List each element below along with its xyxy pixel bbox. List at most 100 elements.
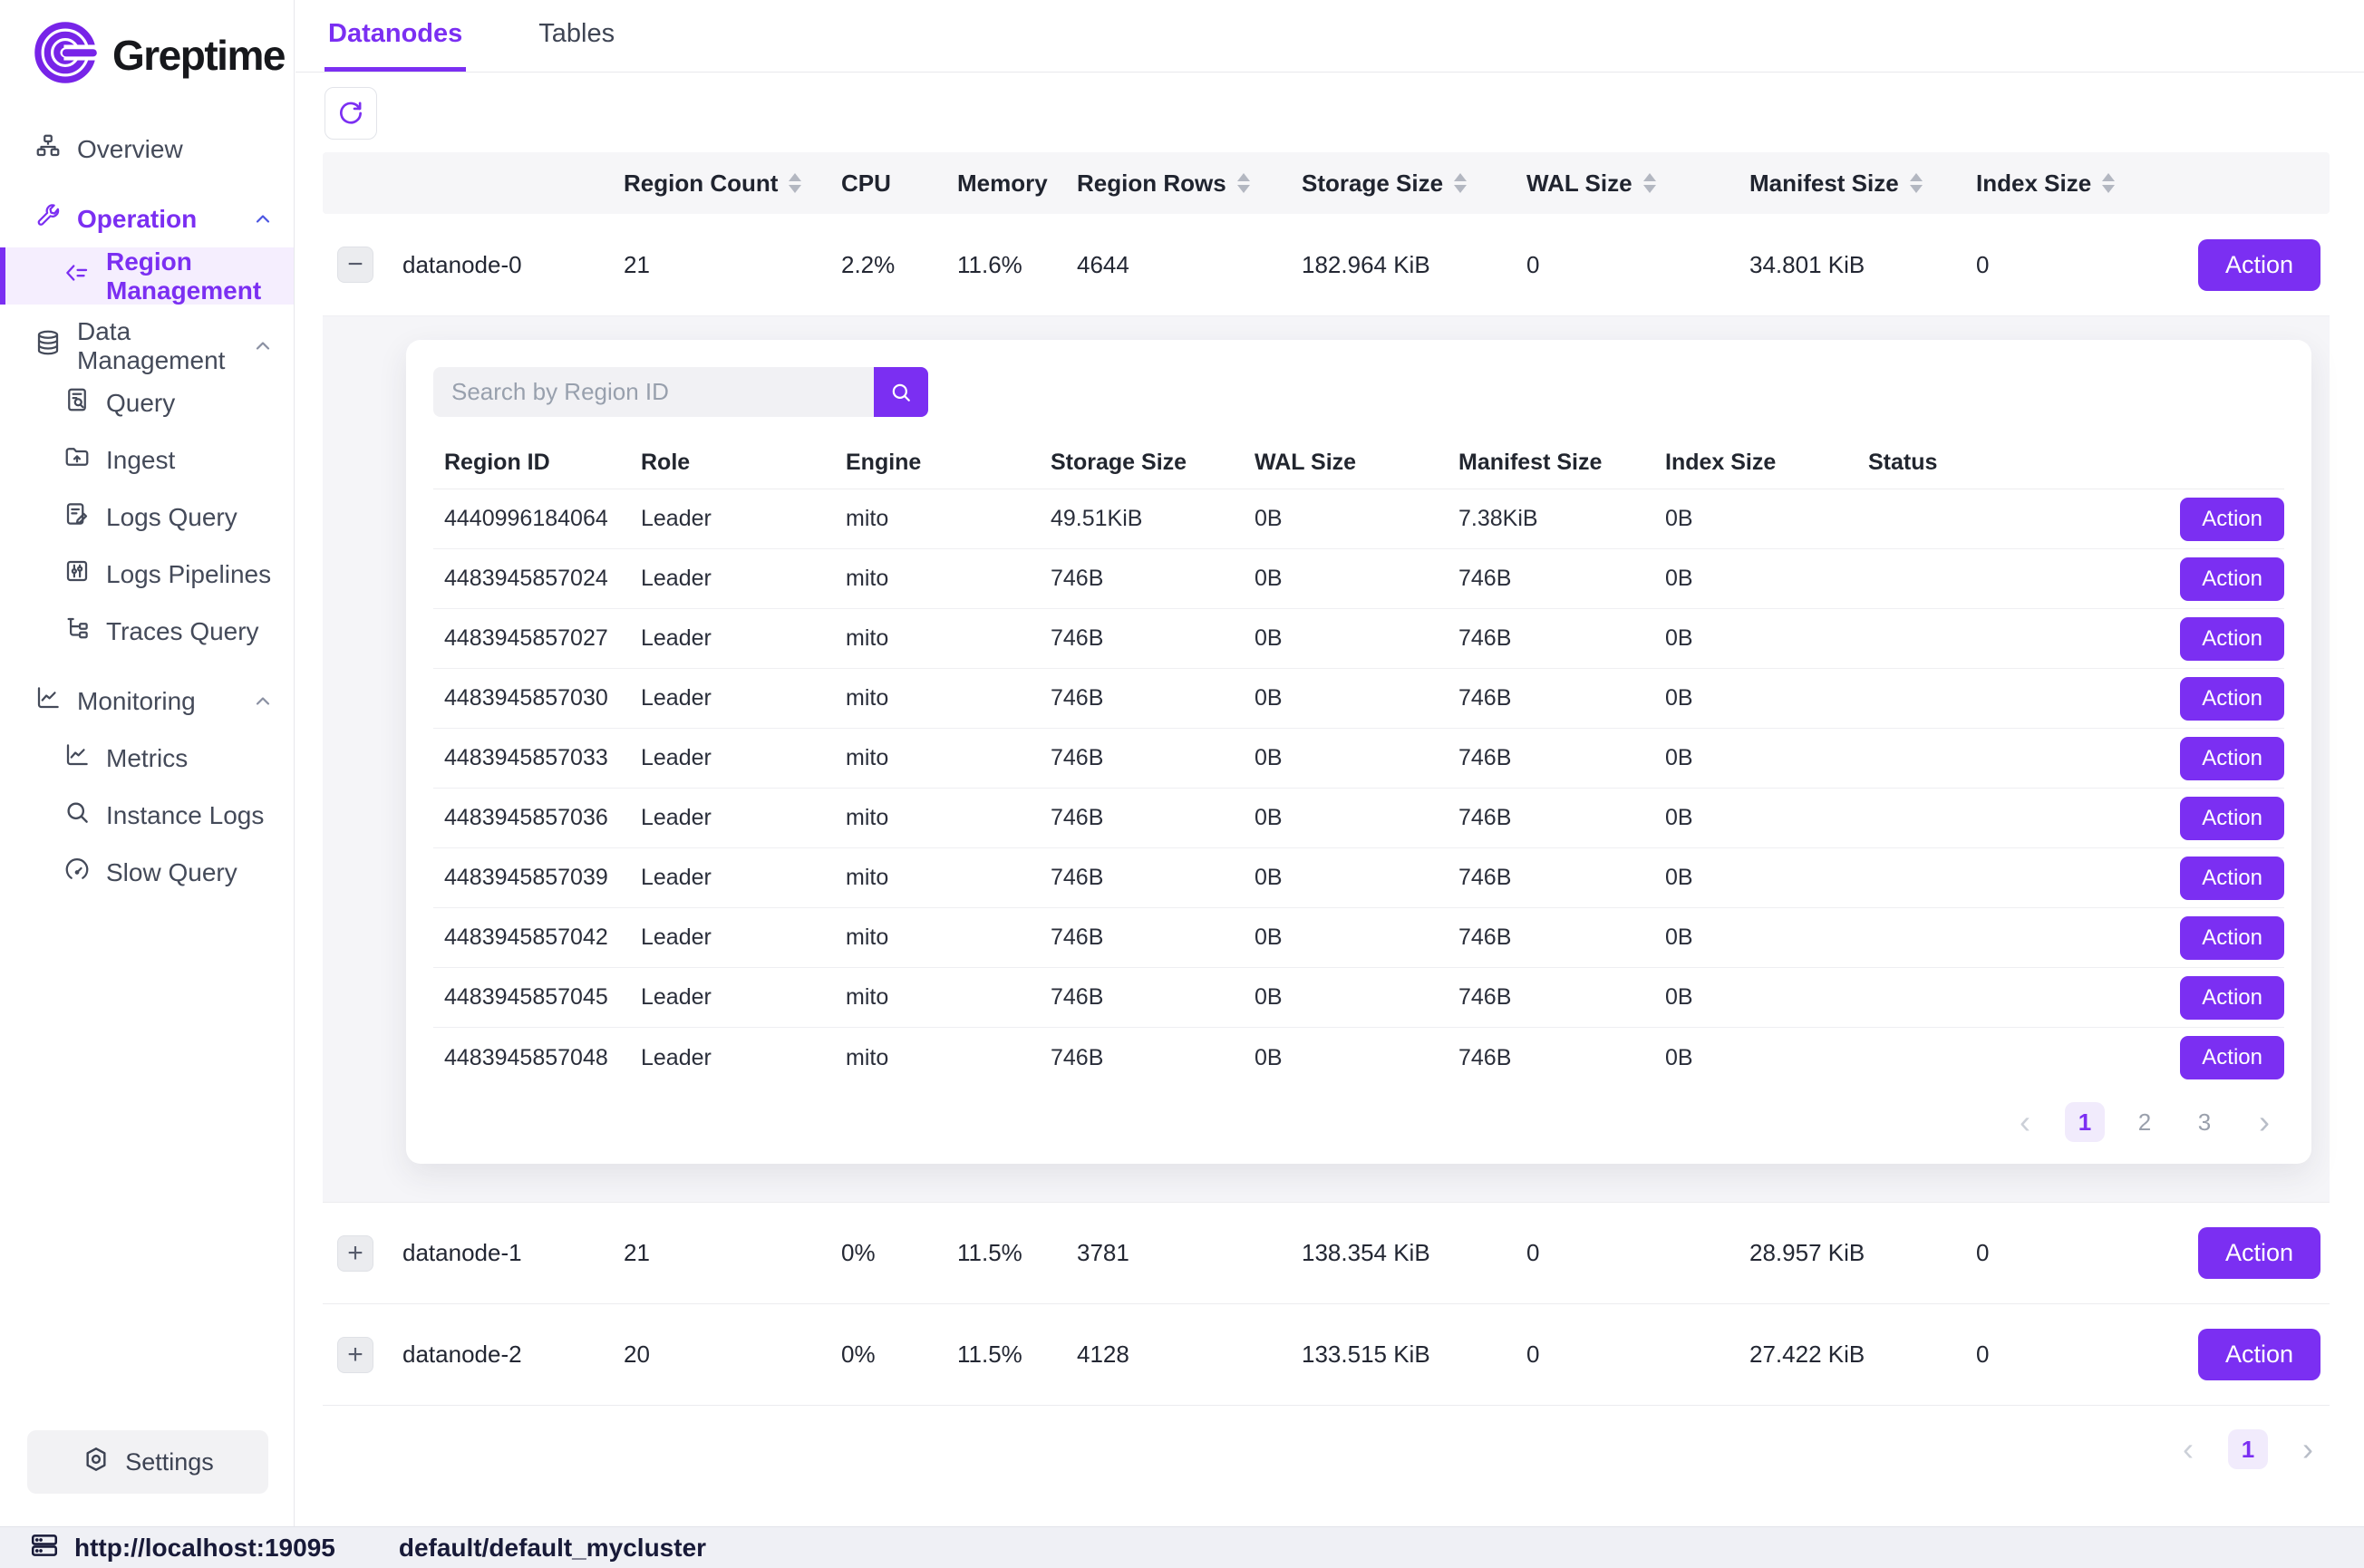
region-table-row: 4483945857024 Leader mito 746B 0B 746B 0… — [433, 549, 2284, 609]
collapse-row-button[interactable]: − — [337, 247, 373, 283]
sidebar-item-label: Overview — [77, 135, 183, 164]
column-header-wal-size[interactable]: WAL Size — [1526, 169, 1749, 198]
sidebar-item-logs-pipelines[interactable]: Logs Pipelines — [0, 546, 294, 603]
datanode-action-button[interactable]: Action — [2198, 1227, 2320, 1279]
folder-import-icon — [63, 443, 91, 477]
sidebar-item-metrics[interactable]: Metrics — [0, 730, 294, 787]
sort-icon[interactable] — [1643, 173, 1656, 193]
region-search-input[interactable] — [433, 367, 874, 417]
region-search — [433, 367, 2284, 417]
chevron-up-icon[interactable] — [252, 335, 274, 357]
search-button[interactable] — [874, 367, 928, 417]
region-pagination: ‹ 1 2 3 › — [433, 1102, 2284, 1142]
chevron-up-icon[interactable] — [252, 691, 274, 712]
datanode-row: − datanode-0 21 2.2% 11.6% 4644 182.964 … — [323, 214, 2330, 315]
column-header-region-count[interactable]: Region Count — [624, 169, 841, 198]
sidebar-item-label: Logs Pipelines — [106, 560, 271, 589]
storage-size-cell: 746B — [1051, 865, 1255, 891]
document-search-icon — [63, 386, 91, 420]
sidebar-item-data-management[interactable]: Data Management — [0, 317, 294, 374]
sidebar-item-instance-logs[interactable]: Instance Logs — [0, 787, 294, 844]
next-page-icon[interactable]: › — [2288, 1429, 2328, 1469]
sort-icon[interactable] — [1910, 173, 1923, 193]
region-action-button[interactable]: Action — [2180, 916, 2284, 960]
sidebar-item-operation[interactable]: Operation — [0, 190, 294, 247]
region-action-button[interactable]: Action — [2180, 1036, 2284, 1079]
wal-size-cell: 0B — [1255, 566, 1458, 592]
sidebar-nav: Overview Operation Region Management — [0, 121, 294, 901]
wal-size-cell: 0B — [1255, 745, 1458, 771]
region-action-button[interactable]: Action — [2180, 857, 2284, 900]
datanode-row: + datanode-1 21 0% 11.5% 3781 138.354 Ki… — [323, 1202, 2330, 1303]
region-id-cell: 4483945857024 — [433, 566, 641, 592]
datanode-action-button[interactable]: Action — [2198, 1329, 2320, 1380]
expand-row-button[interactable]: + — [337, 1337, 373, 1373]
column-header-manifest-size[interactable]: Manifest Size — [1749, 169, 1976, 198]
region-action-button[interactable]: Action — [2180, 976, 2284, 1020]
page-number-3[interactable]: 3 — [2185, 1102, 2224, 1142]
sidebar-item-query[interactable]: Query — [0, 374, 294, 431]
region-table-row: 4483945857033 Leader mito 746B 0B 746B 0… — [433, 729, 2284, 789]
sort-icon[interactable] — [2102, 173, 2115, 193]
region-action-button[interactable]: Action — [2180, 737, 2284, 780]
index-size-cell: 0 — [1976, 251, 2168, 279]
refresh-button[interactable] — [325, 87, 377, 140]
region-action-button[interactable]: Action — [2180, 617, 2284, 661]
tab-tables[interactable]: Tables — [535, 0, 618, 72]
column-header-label: Index Size — [1976, 169, 2091, 198]
search-icon — [63, 799, 91, 832]
index-size-cell: 0 — [1976, 1341, 2168, 1369]
datanode-action-button[interactable]: Action — [2198, 239, 2320, 291]
column-header-region-rows[interactable]: Region Rows — [1077, 169, 1302, 198]
page-number-2[interactable]: 2 — [2125, 1102, 2165, 1142]
page-number-1[interactable]: 1 — [2065, 1102, 2105, 1142]
sidebar-item-region-management[interactable]: Region Management — [0, 247, 294, 305]
region-table-row: 4483945857036 Leader mito 746B 0B 746B 0… — [433, 789, 2284, 848]
sidebar: Greptime Overview Operation — [0, 0, 295, 1526]
sort-icon[interactable] — [789, 173, 801, 193]
expand-row-button[interactable]: + — [337, 1235, 373, 1272]
region-action-button[interactable]: Action — [2180, 677, 2284, 721]
engine-cell: mito — [846, 745, 1051, 771]
column-header-storage-size[interactable]: Storage Size — [1302, 169, 1526, 198]
page-number-1[interactable]: 1 — [2228, 1429, 2268, 1469]
brand[interactable]: Greptime — [0, 0, 294, 101]
sidebar-item-slow-query[interactable]: Slow Query — [0, 844, 294, 901]
prev-page-icon[interactable]: ‹ — [2168, 1429, 2208, 1469]
sidebar-item-logs-query[interactable]: Logs Query — [0, 489, 294, 546]
tab-datanodes[interactable]: Datanodes — [325, 0, 466, 72]
region-action-button[interactable]: Action — [2180, 498, 2284, 541]
column-header-index-size[interactable]: Index Size — [1976, 169, 2168, 198]
line-chart-icon — [34, 684, 62, 718]
sort-icon[interactable] — [1454, 173, 1467, 193]
index-size-cell: 0B — [1665, 745, 1868, 771]
column-header-cpu: CPU — [841, 169, 957, 198]
chevron-up-icon[interactable] — [252, 208, 274, 230]
settings-button[interactable]: Settings — [27, 1430, 268, 1494]
datanodes-table-header: Region Count CPU Memory Region Rows Stor… — [323, 152, 2330, 214]
gear-icon — [82, 1445, 111, 1480]
sort-icon[interactable] — [1237, 173, 1250, 193]
wal-size-cell: 0B — [1255, 865, 1458, 891]
storage-size-cell: 746B — [1051, 685, 1255, 711]
sidebar-item-ingest[interactable]: Ingest — [0, 431, 294, 489]
region-rows-cell: 4644 — [1077, 251, 1302, 279]
sidebar-item-traces-query[interactable]: Traces Query — [0, 603, 294, 660]
manifest-size-cell: 7.38KiB — [1458, 506, 1665, 532]
region-action-button[interactable]: Action — [2180, 557, 2284, 601]
prev-page-icon[interactable]: ‹ — [2005, 1102, 2045, 1142]
storage-size-cell: 746B — [1051, 984, 1255, 1011]
role-cell: Leader — [641, 745, 846, 771]
region-action-button[interactable]: Action — [2180, 797, 2284, 840]
column-header-label: WAL Size — [1526, 169, 1633, 198]
server-url[interactable]: http://localhost:19095 — [74, 1534, 335, 1563]
trace-tree-icon — [63, 615, 91, 648]
sidebar-item-monitoring[interactable]: Monitoring — [0, 673, 294, 730]
role-cell: Leader — [641, 865, 846, 891]
cluster-name[interactable]: default/default_mycluster — [399, 1534, 706, 1563]
storage-size-cell: 133.515 KiB — [1302, 1341, 1526, 1369]
engine-cell: mito — [846, 685, 1051, 711]
next-page-icon[interactable]: › — [2244, 1102, 2284, 1142]
sidebar-item-overview[interactable]: Overview — [0, 121, 294, 178]
storage-size-cell: 746B — [1051, 745, 1255, 771]
